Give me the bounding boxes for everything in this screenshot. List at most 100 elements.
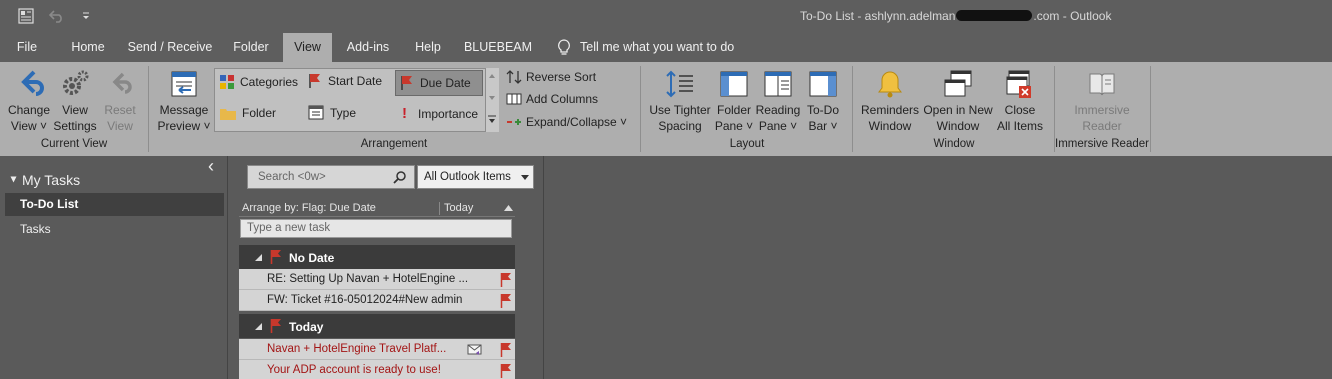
start-date-flag-icon bbox=[309, 74, 320, 88]
group-header-no-date[interactable]: No Date bbox=[239, 245, 515, 269]
group-label: Today bbox=[289, 320, 324, 334]
flag-icon[interactable] bbox=[500, 364, 512, 378]
tab-file[interactable]: File bbox=[6, 33, 48, 62]
due-date-flag-icon bbox=[401, 76, 412, 90]
folder-pane-button[interactable]: Folder Pane ˅ bbox=[712, 68, 756, 134]
message-preview-button[interactable]: Message Preview ˅ bbox=[156, 68, 212, 134]
flag-icon bbox=[270, 319, 281, 333]
nav-item-tasks[interactable]: Tasks bbox=[5, 218, 224, 241]
add-columns-label: Add Columns bbox=[526, 92, 599, 106]
immersive-reader-icon bbox=[1089, 73, 1115, 96]
group-separator bbox=[148, 66, 149, 152]
folder-pane: ‹ My Tasks To-Do List Tasks bbox=[0, 156, 227, 379]
flag-icon[interactable] bbox=[500, 294, 512, 308]
add-columns-button[interactable]: Add Columns bbox=[506, 92, 598, 106]
tell-me-search[interactable]: Tell me what you want to do bbox=[580, 33, 740, 62]
window-title: To-Do List - ashlynn.adelman .com - Outlo… bbox=[800, 9, 1112, 23]
view-settings-label: View Settings bbox=[53, 103, 97, 133]
task-row[interactable]: RE: Setting Up Navan + HotelEngine ... bbox=[239, 269, 515, 290]
group-label-window: Window bbox=[933, 138, 975, 150]
tab-send-receive[interactable]: Send / Receive bbox=[124, 33, 216, 62]
sort-arrows-icon bbox=[506, 70, 522, 84]
todo-bar-icon bbox=[809, 71, 837, 97]
my-tasks-header[interactable]: My Tasks bbox=[10, 172, 80, 188]
close-all-items-button[interactable]: Close All Items bbox=[994, 68, 1046, 134]
arrange-importance[interactable]: ! Importance bbox=[402, 105, 478, 122]
nav-item-to-do-list[interactable]: To-Do List bbox=[5, 193, 224, 216]
group-header-today[interactable]: Today bbox=[239, 314, 515, 338]
tab-bluebeam[interactable]: BLUEBEAM bbox=[460, 33, 536, 62]
view-settings-button[interactable]: View Settings bbox=[52, 68, 98, 134]
task-row[interactable]: FW: Ticket #16-05012024#New admin bbox=[239, 290, 515, 311]
tab-view[interactable]: View bbox=[283, 33, 332, 62]
folder-pane-label: Folder Pane ˅ bbox=[714, 103, 754, 133]
add-columns-icon bbox=[506, 93, 522, 105]
todo-bar-button[interactable]: To-Do Bar ˅ bbox=[802, 68, 844, 134]
task-row[interactable]: Your ADP account is ready to use! bbox=[239, 360, 515, 379]
reminders-window-label: Reminders Window bbox=[860, 103, 920, 133]
arrange-type[interactable]: Type bbox=[308, 105, 356, 120]
change-view-button[interactable]: Change View ˅ bbox=[4, 68, 54, 134]
flag-icon bbox=[270, 250, 281, 264]
gallery-scroll[interactable] bbox=[485, 68, 499, 132]
expand-collapse-label: Expand/Collapse ˅ bbox=[526, 115, 628, 129]
tab-folder[interactable]: Folder bbox=[226, 33, 276, 62]
new-task-input[interactable]: Type a new task bbox=[240, 219, 512, 238]
folder-label: Folder bbox=[242, 106, 277, 120]
reading-pane-label: Reading Pane ˅ bbox=[755, 103, 801, 133]
search-box[interactable]: Search <0w> bbox=[247, 165, 415, 189]
use-tighter-spacing-label: Use Tighter Spacing bbox=[649, 103, 711, 133]
search-scope-dropdown[interactable]: All Outlook Items bbox=[417, 165, 534, 189]
message-preview-label: Message Preview ˅ bbox=[157, 103, 211, 133]
arrange-folder[interactable]: Folder bbox=[220, 106, 276, 120]
nav-item-label: Tasks bbox=[20, 222, 51, 236]
arrange-start-date[interactable]: Start Date bbox=[308, 73, 382, 89]
arrange-due-date[interactable]: Due Date bbox=[395, 70, 483, 96]
task-subject: FW: Ticket #16-05012024#New admin bbox=[267, 294, 463, 306]
arrange-categories[interactable]: Categories bbox=[220, 75, 298, 89]
folder-pane-icon bbox=[720, 71, 748, 97]
tab-add-ins[interactable]: Add-ins bbox=[340, 33, 396, 62]
new-window-icon bbox=[944, 70, 972, 97]
close-all-icon bbox=[1006, 70, 1031, 98]
arrange-today-label: Today bbox=[444, 202, 474, 214]
group-collapse-icon bbox=[255, 323, 262, 330]
customize-toolbar-icon[interactable] bbox=[74, 6, 98, 26]
reset-icon bbox=[112, 72, 132, 94]
reading-pane bbox=[544, 156, 1332, 379]
group-label: No Date bbox=[289, 251, 335, 265]
tighter-spacing-icon bbox=[666, 70, 693, 98]
collapse-pane-button[interactable]: ‹ bbox=[208, 156, 214, 177]
expand-collapse-button[interactable]: Expand/Collapse ˅ bbox=[506, 115, 627, 129]
open-in-new-window-label: Open in New Window bbox=[923, 103, 993, 133]
importance-icon: ! bbox=[402, 105, 407, 122]
arrange-by-header[interactable]: Arrange by: Flag: Due Date Today bbox=[239, 201, 515, 217]
reading-pane-button[interactable]: Reading Pane ˅ bbox=[754, 68, 802, 134]
categories-label: Categories bbox=[240, 75, 299, 89]
email-reply-icon bbox=[467, 344, 482, 355]
task-row[interactable]: Navan + HotelEngine Travel Platf... bbox=[239, 339, 515, 360]
search-icon[interactable] bbox=[393, 171, 406, 184]
search-input[interactable]: Search <0w> bbox=[258, 171, 326, 183]
immersive-reader-label: Immersive Reader bbox=[1074, 103, 1130, 133]
outlook-app-icon[interactable] bbox=[14, 6, 38, 26]
group-label-immersive-reader: Immersive Reader bbox=[1055, 138, 1149, 150]
todo-bar-label: To-Do Bar ˅ bbox=[806, 103, 839, 133]
tab-home[interactable]: Home bbox=[62, 33, 114, 62]
tab-help[interactable]: Help bbox=[406, 33, 450, 62]
flag-icon[interactable] bbox=[500, 343, 512, 357]
importance-label: Importance bbox=[418, 106, 479, 121]
flag-icon[interactable] bbox=[500, 273, 512, 287]
group-label-arrangement: Arrangement bbox=[360, 138, 428, 150]
bell-icon bbox=[878, 71, 902, 98]
use-tighter-spacing-button[interactable]: Use Tighter Spacing bbox=[646, 68, 714, 134]
reverse-sort-button[interactable]: Reverse Sort bbox=[506, 69, 596, 85]
group-separator bbox=[640, 66, 641, 152]
reading-pane-icon bbox=[764, 71, 792, 97]
group-separator bbox=[852, 66, 853, 152]
open-in-new-window-button[interactable]: Open in New Window bbox=[920, 68, 996, 134]
reminders-window-button[interactable]: Reminders Window bbox=[858, 68, 922, 134]
change-view-icon bbox=[21, 70, 44, 96]
column-divider bbox=[439, 202, 440, 215]
undo-icon[interactable] bbox=[45, 6, 69, 26]
